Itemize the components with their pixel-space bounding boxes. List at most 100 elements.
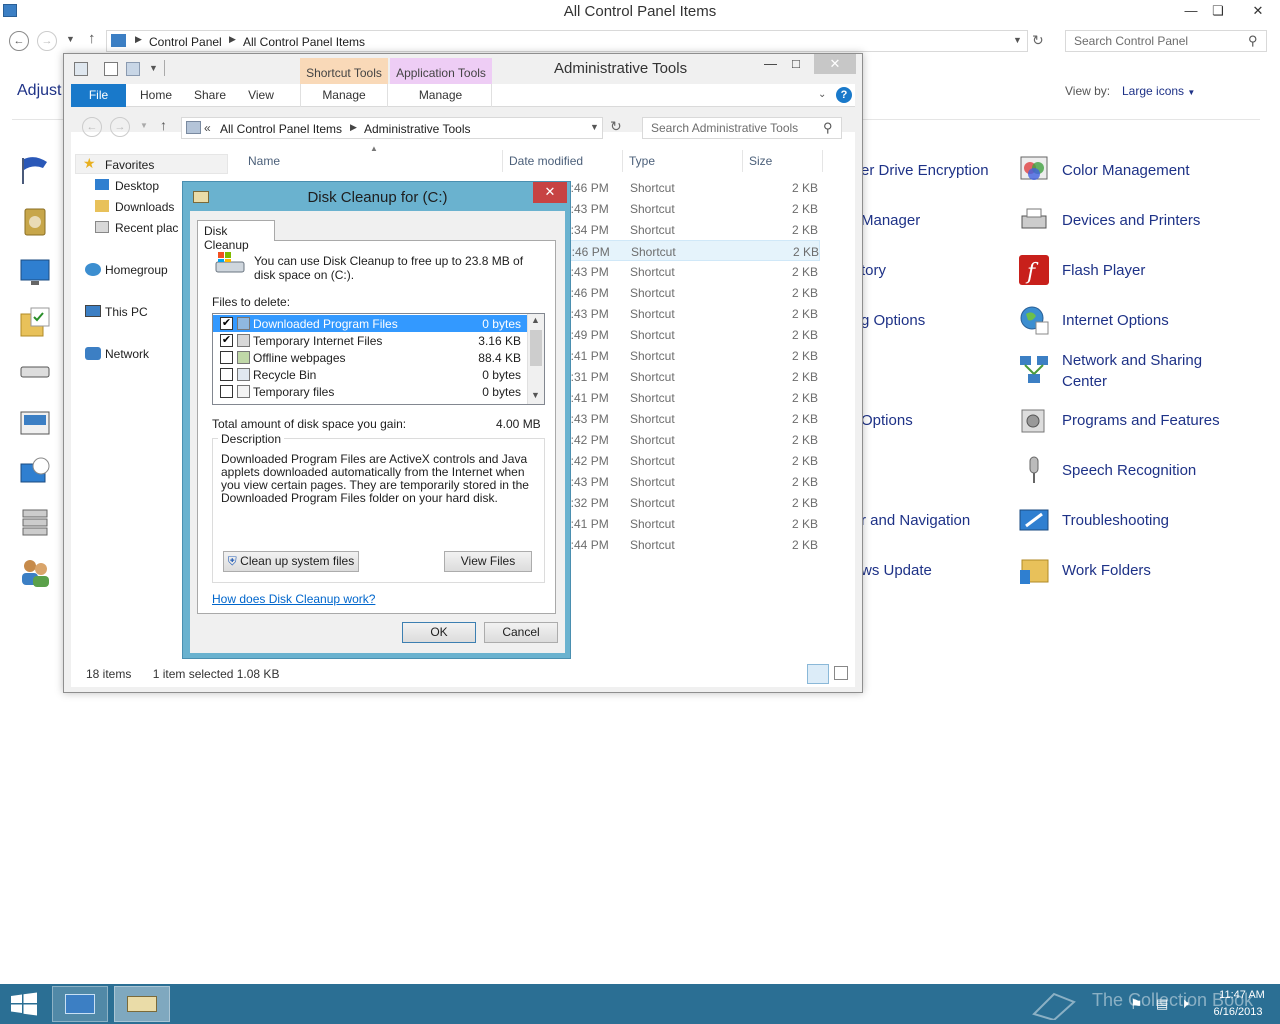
cp-item-network-sharing[interactable]: Network and Sharing Center bbox=[1062, 350, 1202, 392]
file-type: Shortcut bbox=[630, 307, 675, 321]
devices-printers-icon[interactable] bbox=[1018, 204, 1050, 236]
keyboard-icon[interactable] bbox=[19, 356, 51, 388]
search-icon: ⚲ bbox=[1248, 33, 1258, 48]
details-view-button[interactable] bbox=[807, 664, 829, 684]
cp-item-devices-printers[interactable]: Devices and Printers bbox=[1062, 210, 1200, 231]
phone-modem-icon[interactable] bbox=[19, 406, 51, 438]
cp-item-credential-manager[interactable]: Manager bbox=[861, 210, 920, 231]
recent-locations-icon[interactable]: ▼ bbox=[66, 34, 75, 44]
cp-item-bitlocker[interactable]: er Drive Encryption bbox=[861, 160, 989, 181]
cp-item-flash-player[interactable]: Flash Player bbox=[1062, 260, 1145, 281]
internet-options-icon[interactable] bbox=[1018, 304, 1050, 336]
file-type: Shortcut bbox=[630, 433, 675, 447]
cp-item-programs-features[interactable]: Programs and Features bbox=[1062, 410, 1220, 431]
control-panel-icon bbox=[65, 994, 95, 1014]
files-to-delete-list[interactable]: ✔ Downloaded Program Files 0 bytes ✔ Tempora… bbox=[212, 313, 545, 405]
windows-start-icon[interactable] bbox=[10, 992, 38, 1016]
file-size: 2 KB bbox=[791, 307, 818, 321]
item-checkbox[interactable] bbox=[220, 385, 233, 398]
microphone-icon[interactable] bbox=[1018, 454, 1050, 486]
folder-options-icon[interactable] bbox=[19, 306, 51, 338]
scroll-down-icon[interactable]: ▼ bbox=[531, 390, 540, 400]
item-checkbox[interactable]: ✔ bbox=[220, 317, 233, 330]
status-selection: 1 item selected 1.08 KB bbox=[152, 667, 280, 681]
flash-player-icon[interactable]: f bbox=[1018, 254, 1050, 286]
flag-icon[interactable] bbox=[19, 154, 51, 186]
item-checkbox[interactable] bbox=[220, 368, 233, 381]
backup-icon[interactable] bbox=[19, 206, 51, 238]
clean-up-system-files-button[interactable]: ⛨ Clean up system files bbox=[223, 551, 359, 572]
cp-item-color-management[interactable]: Color Management bbox=[1062, 160, 1190, 181]
status-bar: 18 items 1 item selected 1.08 KB bbox=[86, 667, 279, 681]
programs-features-icon[interactable] bbox=[1018, 404, 1050, 436]
status-item-count: 18 items bbox=[86, 667, 132, 681]
ok-button[interactable]: OK bbox=[402, 622, 476, 643]
clean-up-button-label: Clean up system files bbox=[240, 554, 355, 568]
file-type: Shortcut bbox=[630, 181, 675, 195]
cleanup-list-item[interactable]: Offline webpages 88.4 KB bbox=[213, 349, 527, 366]
file-type: Shortcut bbox=[630, 517, 675, 531]
cp-item-troubleshooting[interactable]: Troubleshooting bbox=[1062, 510, 1169, 531]
taskbar-control-panel[interactable] bbox=[52, 986, 108, 1022]
taskbar-disk-cleanup[interactable] bbox=[114, 986, 170, 1022]
help-link[interactable]: How does Disk Cleanup work? bbox=[212, 592, 375, 606]
item-checkbox[interactable]: ✔ bbox=[220, 334, 233, 347]
cp-item-speech-recognition[interactable]: Speech Recognition bbox=[1062, 460, 1196, 481]
file-size: 2 KB bbox=[791, 538, 818, 552]
list-scrollbar[interactable]: ▲ ▼ bbox=[527, 314, 544, 404]
troubleshooting-icon[interactable] bbox=[1018, 504, 1050, 536]
clock-date[interactable]: 6/16/2013 bbox=[1206, 1006, 1270, 1018]
view-by-dropdown[interactable]: Large icons ▼ bbox=[1122, 84, 1195, 98]
forward-button[interactable]: → bbox=[37, 31, 57, 51]
cleanup-list-item[interactable]: ✔ Temporary Internet Files 3.16 KB bbox=[213, 332, 527, 349]
network-sharing-icon[interactable] bbox=[1018, 354, 1050, 386]
minimize-button[interactable]: — bbox=[1179, 2, 1203, 20]
cleanup-list-item[interactable]: Temporary files 0 bytes bbox=[213, 383, 527, 400]
file-category-icon bbox=[237, 351, 250, 364]
file-category-icon bbox=[237, 368, 250, 381]
scroll-thumb[interactable] bbox=[530, 330, 542, 366]
cleanup-list-item[interactable]: Recycle Bin 0 bytes bbox=[213, 366, 527, 383]
cleanup-list-item[interactable]: ✔ Downloaded Program Files 0 bytes bbox=[213, 315, 527, 332]
cp-address-bar[interactable]: ▶ Control Panel ▶ All Control Panel Item… bbox=[106, 30, 1028, 52]
view-files-button[interactable]: View Files bbox=[444, 551, 532, 572]
cp-window-title: All Control Panel Items bbox=[563, 3, 717, 20]
large-icons-view-button[interactable] bbox=[834, 666, 848, 680]
cp-item-work-folders[interactable]: Work Folders bbox=[1062, 560, 1151, 581]
chevron-down-icon[interactable]: ▼ bbox=[1013, 35, 1022, 45]
network-tray-icon[interactable]: ▤ bbox=[1156, 996, 1168, 1012]
close-button[interactable]: ✕ bbox=[1243, 2, 1273, 20]
clock-time[interactable]: 11:47 AM bbox=[1212, 989, 1272, 1001]
color-management-icon[interactable] bbox=[1018, 154, 1050, 186]
dialog-close-button[interactable]: ✕ bbox=[533, 182, 567, 203]
cp-item-power-options[interactable]: Options bbox=[861, 410, 913, 431]
user-accounts-icon[interactable] bbox=[19, 556, 51, 588]
file-size: 2 KB bbox=[791, 265, 818, 279]
breadcrumb-all-items[interactable]: All Control Panel Items bbox=[243, 35, 365, 49]
chevron-right-icon: ▶ bbox=[135, 34, 142, 44]
cp-search-placeholder: Search Control Panel bbox=[1074, 34, 1189, 48]
file-type: Shortcut bbox=[630, 370, 675, 384]
storage-spaces-icon[interactable] bbox=[19, 506, 51, 538]
up-button[interactable]: ↑ bbox=[88, 30, 96, 47]
restore-button[interactable]: ❏ bbox=[1206, 2, 1230, 20]
item-checkbox[interactable] bbox=[220, 351, 233, 364]
cp-item-windows-update[interactable]: ws Update bbox=[861, 560, 932, 581]
volume-icon[interactable]: 🕨 bbox=[1180, 995, 1189, 1012]
refresh-icon[interactable]: ↻ bbox=[1032, 32, 1044, 49]
remote-app-icon[interactable] bbox=[19, 456, 51, 488]
action-center-flag-icon[interactable]: ⚑ bbox=[1130, 996, 1143, 1013]
cp-item-indexing-options[interactable]: g Options bbox=[861, 310, 925, 331]
cancel-button[interactable]: Cancel bbox=[484, 622, 558, 643]
cp-search-input[interactable]: Search Control Panel ⚲ bbox=[1065, 30, 1267, 52]
cp-item-internet-options[interactable]: Internet Options bbox=[1062, 310, 1169, 331]
file-type: Shortcut bbox=[630, 538, 675, 552]
back-button[interactable]: ← bbox=[9, 31, 29, 51]
cp-item-file-history[interactable]: tory bbox=[861, 260, 886, 281]
breadcrumb-control-panel[interactable]: Control Panel bbox=[149, 35, 222, 49]
display-icon[interactable] bbox=[19, 256, 51, 288]
scroll-up-icon[interactable]: ▲ bbox=[531, 315, 540, 325]
work-folders-icon[interactable] bbox=[1018, 554, 1050, 586]
cp-item-taskbar-navigation[interactable]: r and Navigation bbox=[861, 510, 970, 531]
tab-disk-cleanup[interactable]: Disk Cleanup bbox=[197, 220, 275, 252]
